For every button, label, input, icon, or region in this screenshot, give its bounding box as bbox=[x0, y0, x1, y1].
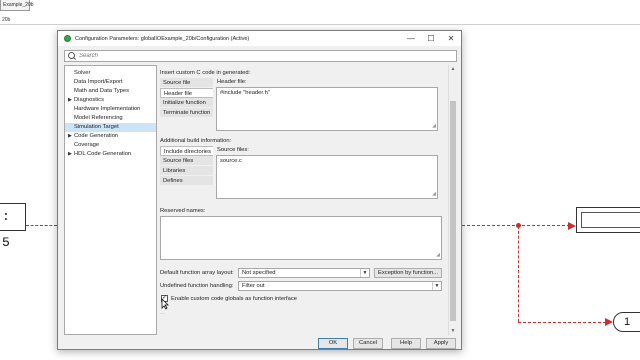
tree-item-data-import-export[interactable]: Data Import/Export bbox=[65, 78, 156, 87]
insert-code-heading: Insert custom C code in generated: bbox=[160, 70, 251, 76]
cancel-button[interactable]: Cancel bbox=[353, 338, 383, 349]
expand-caret-icon[interactable]: ▶ bbox=[68, 150, 72, 159]
tab-header-file[interactable]: Header file bbox=[160, 88, 213, 98]
tree-item-label: Simulation Target bbox=[74, 124, 119, 130]
signal-branch-down[interactable] bbox=[518, 226, 519, 322]
resize-grip-icon[interactable]: ◢ bbox=[432, 123, 436, 129]
chevron-down-icon[interactable]: ▼ bbox=[432, 282, 441, 290]
signal-line-left[interactable] bbox=[26, 225, 57, 226]
tree-item-coverage[interactable]: Coverage bbox=[65, 141, 156, 150]
scroll-up-icon[interactable]: ▲ bbox=[449, 65, 457, 73]
dialog-titlebar[interactable]: Configuration Parameters: globalIOExampl… bbox=[58, 31, 461, 46]
model-tab[interactable]: Example_20b bbox=[0, 0, 34, 11]
config-parameters-dialog: Configuration Parameters: globalIOExampl… bbox=[57, 30, 462, 350]
ok-button[interactable]: OK bbox=[318, 338, 348, 349]
tree-item-label: Hardware Implementation bbox=[74, 106, 141, 112]
tree-item-label: Diagnostics bbox=[74, 97, 104, 103]
source-files-label: Source files: bbox=[217, 147, 249, 153]
array-layout-value: Not specified bbox=[242, 270, 276, 276]
tree-item-label: Coverage bbox=[74, 142, 100, 148]
outport-block[interactable]: 1 bbox=[613, 312, 640, 332]
help-button[interactable]: Help bbox=[391, 338, 421, 349]
insert-code-tabs: Source file Header file Initialize funct… bbox=[160, 78, 213, 118]
tree-item-hdl-code-generation[interactable]: ▶ HDL Code Generation bbox=[65, 150, 156, 159]
tab-libraries[interactable]: Libraries bbox=[160, 166, 213, 176]
expand-caret-icon[interactable]: ▶ bbox=[68, 132, 72, 141]
header-file-label: Header file: bbox=[217, 79, 247, 85]
undefined-handling-label: Undefined function handling: bbox=[160, 283, 234, 289]
dialog-title: Configuration Parameters: globalIOExampl… bbox=[75, 35, 250, 42]
tree-item-label: HDL Code Generation bbox=[74, 151, 132, 157]
outport-label: 1 bbox=[624, 316, 631, 328]
signal-branch-out[interactable] bbox=[518, 322, 606, 323]
array-layout-select[interactable]: Not specified ▼ bbox=[238, 268, 370, 278]
tree-item-simulation-target[interactable]: Simulation Target bbox=[65, 123, 156, 132]
tree-item-code-generation[interactable]: ▶ Code Generation bbox=[65, 132, 156, 141]
custom-globals-label: Enable custom code globals as function i… bbox=[171, 296, 297, 302]
expand-caret-icon[interactable]: ▶ bbox=[68, 96, 72, 105]
constant-block-value: : 5 bbox=[2, 209, 10, 250]
dialog-footer: OK Cancel Help Apply bbox=[58, 336, 461, 351]
arrowhead-right-block bbox=[568, 222, 576, 230]
tree-item-label: Data Import/Export bbox=[74, 79, 123, 85]
settings-panel: Insert custom C code in generated: Sourc… bbox=[159, 65, 448, 335]
close-icon[interactable]: ✕ bbox=[441, 31, 461, 46]
search-box bbox=[64, 50, 457, 62]
settings-scrollbar[interactable]: ▲ ▼ bbox=[448, 65, 456, 335]
tree-item-diagnostics[interactable]: ▶ Diagnostics bbox=[65, 96, 156, 105]
display-block[interactable] bbox=[576, 207, 640, 233]
mouse-cursor-icon bbox=[161, 298, 169, 310]
arrowhead-outport bbox=[605, 318, 613, 326]
category-tree: Solver Data Import/Export Math and Data … bbox=[64, 65, 157, 335]
chevron-down-icon[interactable]: ▼ bbox=[360, 269, 369, 277]
source-files-textarea[interactable]: source.c ◢ bbox=[216, 155, 438, 199]
tree-item-label: Code Generation bbox=[74, 133, 119, 139]
tree-item-label: Math and Data Types bbox=[74, 88, 129, 94]
tab-source-file[interactable]: Source file bbox=[160, 78, 213, 88]
apply-button[interactable]: Apply bbox=[426, 338, 456, 349]
tree-item-math-data-types[interactable]: Math and Data Types bbox=[65, 87, 156, 96]
display-block-screen bbox=[581, 212, 640, 228]
tab-source-files[interactable]: Source files bbox=[160, 156, 213, 166]
array-layout-label: Default function array layout: bbox=[160, 270, 234, 276]
reserved-names-textarea[interactable]: ◢ bbox=[160, 216, 442, 260]
undefined-handling-value: Filter out bbox=[242, 283, 265, 289]
search-input[interactable] bbox=[79, 53, 456, 59]
build-info-tabs: Include directories Source files Librari… bbox=[160, 146, 213, 186]
exception-by-function-button[interactable]: Exception by function... bbox=[374, 268, 442, 278]
build-info-heading: Additional build information: bbox=[160, 138, 232, 144]
constant-block[interactable]: : 5 bbox=[0, 203, 26, 250]
model-breadcrumb[interactable]: 20b bbox=[0, 15, 640, 25]
matlab-app-icon bbox=[64, 35, 71, 42]
tree-item-hardware-implementation[interactable]: Hardware Implementation bbox=[65, 105, 156, 114]
minimize-icon[interactable]: — bbox=[401, 31, 421, 46]
tree-item-label: Solver bbox=[74, 70, 91, 76]
tree-item-label: Model Referencing bbox=[74, 115, 123, 121]
tab-initialize-function[interactable]: Initialize function bbox=[160, 98, 213, 108]
tab-defines[interactable]: Defines bbox=[160, 176, 213, 186]
reserved-names-label: Reserved names: bbox=[160, 208, 206, 214]
header-file-value: #include "header.h" bbox=[220, 90, 270, 96]
tab-terminate-function[interactable]: Terminate function bbox=[160, 108, 213, 118]
tab-include-directories[interactable]: Include directories bbox=[160, 146, 213, 156]
more-ellipsis: ... bbox=[160, 310, 165, 316]
source-files-value: source.c bbox=[220, 158, 242, 164]
search-icon bbox=[67, 51, 77, 61]
header-file-textarea[interactable]: #include "header.h" ◢ bbox=[216, 87, 438, 131]
tree-item-model-referencing[interactable]: Model Referencing bbox=[65, 114, 156, 123]
resize-grip-icon[interactable]: ◢ bbox=[432, 191, 436, 197]
maximize-icon[interactable]: ☐ bbox=[421, 31, 441, 46]
tree-item-solver[interactable]: Solver bbox=[65, 69, 156, 78]
resize-grip-icon[interactable]: ◢ bbox=[436, 252, 440, 258]
scrollbar-thumb[interactable] bbox=[450, 101, 456, 321]
undefined-handling-select[interactable]: Filter out ▼ bbox=[238, 281, 442, 291]
scroll-down-icon[interactable]: ▼ bbox=[449, 327, 457, 335]
